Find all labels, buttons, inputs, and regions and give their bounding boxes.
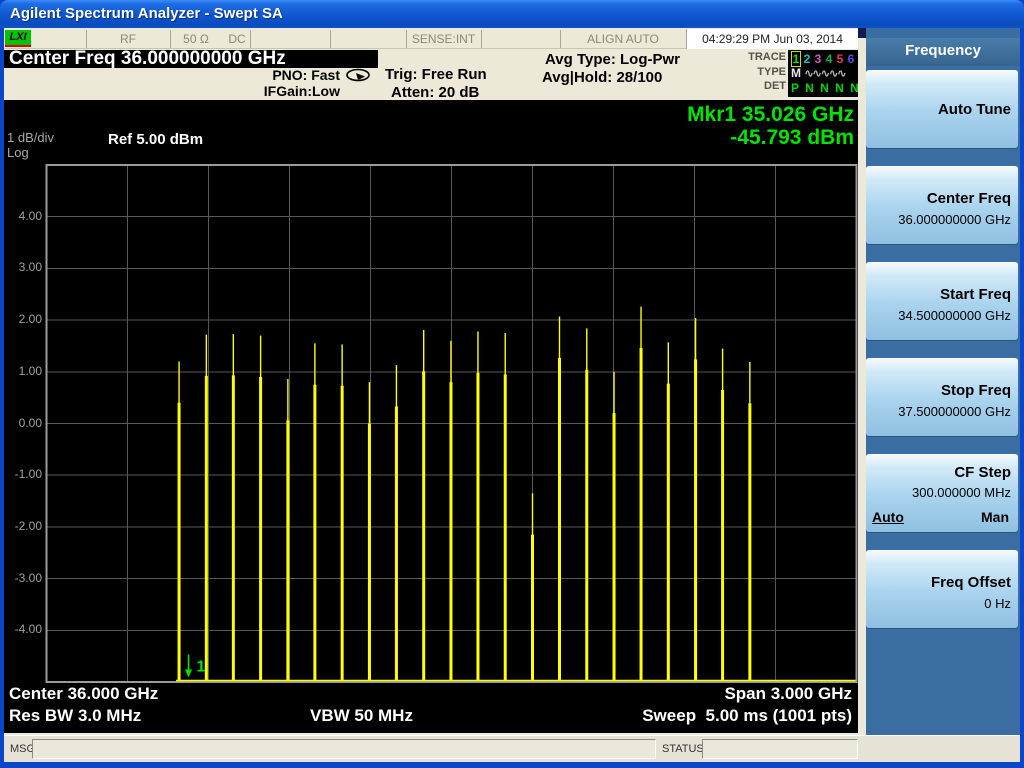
softkey-value: 300.000000 MHz bbox=[911, 485, 1011, 500]
trace-legend-labels: TRACE TYPE DET bbox=[730, 0, 786, 100]
y-axis-tick-label: 3.00 bbox=[18, 260, 42, 275]
window-border-bottom bbox=[0, 762, 1024, 768]
window-border-right bbox=[1020, 28, 1024, 762]
vbw-annotation: VBW 50 MHz bbox=[310, 706, 413, 725]
trace-number-row: 123456 bbox=[791, 51, 858, 67]
strip-divider bbox=[330, 30, 331, 48]
rbw-annotation: Res BW 3.0 MHz bbox=[9, 706, 142, 725]
menu-title: Frequency bbox=[866, 38, 1020, 66]
softkey-label: Start Freq bbox=[940, 286, 1011, 303]
y-axis-tick-label: -1.00 bbox=[14, 467, 42, 482]
active-function-banner: Center Freq 36.000000000 GHz bbox=[4, 49, 378, 68]
lxi-badge-icon: LXI bbox=[5, 30, 31, 47]
softkey-start-freq[interactable]: Start Freq 34.500000000 GHz bbox=[866, 262, 1018, 340]
softkey-value: 37.500000000 GHz bbox=[898, 404, 1011, 419]
softkey-label: Auto Tune bbox=[937, 101, 1011, 118]
softkey-cf-step[interactable]: CF Step 300.000000 MHz Auto Man bbox=[866, 454, 1018, 532]
loop-arrow-icon bbox=[346, 68, 370, 82]
svg-text:1: 1 bbox=[197, 659, 206, 676]
softkey-label: Stop Freq bbox=[941, 382, 1011, 399]
y-axis-tick-label: -4.00 bbox=[14, 622, 42, 637]
span-annotation: Span 3.000 GHz bbox=[724, 684, 852, 703]
det-label: DET bbox=[764, 80, 786, 92]
pno-readout: PNO: Fast bbox=[272, 67, 340, 83]
impedance-indicator: 50 Ω bbox=[183, 32, 209, 46]
softkey-label: Freq Offset bbox=[930, 574, 1011, 591]
trigger-readout: Trig: Free Run bbox=[385, 66, 487, 83]
avg-type-readout: Avg Type: Log-Pwr bbox=[545, 51, 680, 68]
sense-indicator: SENSE:INT bbox=[411, 32, 476, 46]
scale-type-label: Log bbox=[7, 145, 29, 160]
align-indicator: ALIGN AUTO bbox=[587, 32, 659, 46]
trace-6-indicator[interactable]: 6 bbox=[846, 52, 856, 66]
avg-hold-readout: Avg|Hold: 28/100 bbox=[542, 69, 663, 86]
cf-step-man-toggle[interactable]: Man bbox=[981, 509, 1009, 525]
title-bar: Agilent Spectrum Analyzer - Swept SA bbox=[0, 0, 1024, 28]
softkey-value: 34.500000000 GHz bbox=[898, 308, 1011, 323]
app-window: Agilent Spectrum Analyzer - Swept SA LXI… bbox=[0, 0, 1024, 768]
trace-type-value: M bbox=[791, 66, 801, 80]
status-label: STATUS bbox=[662, 743, 704, 755]
ref-level-label: Ref 5.00 dBm bbox=[108, 131, 204, 148]
y-axis-tick-label: 2.00 bbox=[18, 312, 42, 327]
atten-readout: Atten: 20 dB bbox=[391, 84, 480, 101]
ifgain-readout: IFGain:Low bbox=[263, 83, 340, 99]
sweep-annotation: Sweep 5.00 ms (1001 pts) bbox=[642, 706, 852, 725]
marker-freq-readout: Mkr1 35.026 GHz bbox=[687, 103, 854, 126]
trace-detector-row: P N N N N N bbox=[791, 81, 876, 95]
softkey-freq-offset[interactable]: Freq Offset 0 Hz bbox=[866, 550, 1018, 628]
y-axis-tick-label: -2.00 bbox=[14, 518, 42, 533]
softkey-label: Center Freq bbox=[926, 190, 1011, 207]
trace-2-indicator[interactable]: 2 bbox=[802, 52, 812, 66]
softkey-auto-tune[interactable]: Auto Tune bbox=[866, 70, 1018, 148]
trace-5-indicator[interactable]: 5 bbox=[835, 52, 845, 66]
waveform-icons: ∿∿∿∿∿ bbox=[804, 68, 846, 80]
msg-field bbox=[32, 739, 656, 759]
softkey-value: 0 Hz bbox=[984, 596, 1011, 611]
y-axis-tick-label: 4.00 bbox=[18, 208, 42, 223]
trace-4-indicator[interactable]: 4 bbox=[824, 52, 834, 66]
type-label: TYPE bbox=[757, 66, 786, 78]
y-axis-tick-label: 1.00 bbox=[18, 363, 42, 378]
window-title: Agilent Spectrum Analyzer - Swept SA bbox=[10, 5, 283, 22]
softkey-menu: Frequency Auto Tune Center Freq 36.00000… bbox=[866, 28, 1020, 762]
y-axis-tick-label: -3.00 bbox=[14, 570, 42, 585]
cf-step-auto-toggle[interactable]: Auto bbox=[872, 509, 904, 525]
softkey-value: 36.000000000 GHz bbox=[898, 212, 1011, 227]
softkey-center-freq[interactable]: Center Freq 36.000000000 GHz bbox=[866, 166, 1018, 244]
strip-divider bbox=[481, 30, 482, 48]
spectrum-plot-svg: 1 bbox=[45, 164, 858, 683]
trace-legend: 123456 M ∿∿∿∿∿ P N N N N N bbox=[788, 50, 876, 97]
status-field bbox=[702, 739, 858, 759]
trace-label: TRACE bbox=[748, 51, 786, 63]
message-status-bar: MSG STATUS bbox=[4, 735, 1020, 762]
marker-amp-readout: -45.793 dBm bbox=[730, 126, 854, 149]
trace-type-row: M ∿∿∿∿∿ bbox=[791, 66, 858, 81]
softkey-label: CF Step bbox=[954, 464, 1011, 481]
scale-per-div-label: 1 dB/div bbox=[7, 130, 54, 145]
trace-3-indicator[interactable]: 3 bbox=[813, 52, 823, 66]
trace-1-indicator[interactable]: 1 bbox=[791, 51, 801, 67]
center-freq-annotation: Center 36.000 GHz bbox=[9, 684, 159, 703]
rf-indicator: RF bbox=[120, 32, 136, 46]
softkey-stop-freq[interactable]: Stop Freq 37.500000000 GHz bbox=[866, 358, 1018, 436]
spectrum-display: 1 Mkr1 35.026 GHz -45.793 dBm 1 dB/div L… bbox=[4, 100, 858, 733]
y-axis-tick-label: 0.00 bbox=[18, 415, 42, 430]
coupling-indicator: DC bbox=[228, 32, 246, 46]
